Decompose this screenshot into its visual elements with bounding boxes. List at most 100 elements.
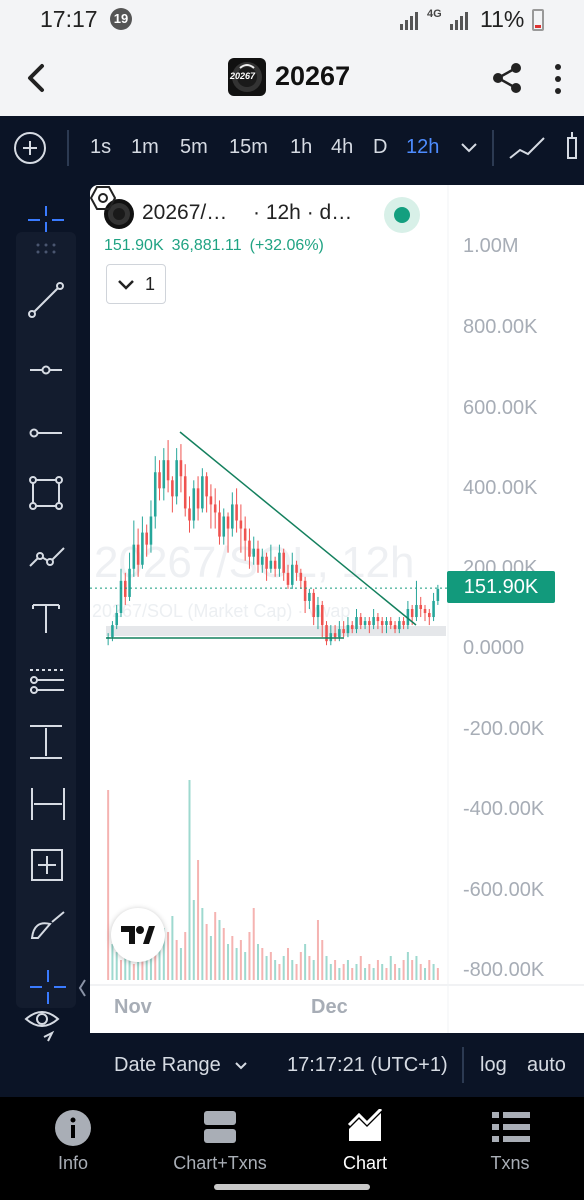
candle-body: [269, 560, 273, 569]
date-range-tool[interactable]: [16, 776, 76, 832]
volume-bar: [209, 936, 212, 980]
timeframe-1s[interactable]: 1s: [90, 136, 111, 159]
more-vertical-icon[interactable]: [548, 62, 568, 96]
line-chart-type-icon[interactable]: [508, 134, 548, 162]
drag-handle-icon[interactable]: [34, 242, 58, 256]
candle-body: [248, 540, 251, 557]
date-price-range-tool[interactable]: [16, 836, 76, 892]
timeframe-12h[interactable]: 12h: [406, 136, 439, 159]
x-axis-label: Nov: [114, 996, 152, 1018]
chart-settings-icon[interactable]: [90, 185, 116, 211]
legend-symbol: 20267/…: [142, 201, 228, 224]
nav-chart-txns[interactable]: Chart+Txns: [160, 1097, 280, 1187]
brush-tool[interactable]: [16, 898, 76, 954]
volume-bar: [372, 968, 375, 980]
date-range-button[interactable]: Date Range: [114, 1054, 248, 1077]
horizontal-line-tool[interactable]: [16, 405, 76, 461]
timeframe-15m[interactable]: 15m: [229, 136, 268, 159]
add-indicator-button[interactable]: [14, 132, 46, 164]
timezone-clock[interactable]: 17:17:21 (UTC+1): [287, 1054, 448, 1077]
y-axis-label: -600.00K: [463, 879, 545, 901]
volume-bar: [111, 944, 114, 980]
list-icon: [492, 1112, 530, 1142]
candle-body: [261, 556, 264, 565]
candle-body: [299, 572, 303, 581]
volume-bar: [359, 956, 362, 980]
volume-bar: [428, 960, 431, 980]
price-range-tool[interactable]: [16, 712, 76, 768]
candle-body: [359, 617, 363, 626]
candle-body: [136, 544, 140, 565]
path-icon: [29, 547, 65, 567]
y-axis-label: -200.00K: [463, 718, 545, 740]
price-chart[interactable]: 20267/SOL, 12h 20267/SOL (Market Cap) · v…: [90, 185, 584, 1033]
nav-chart[interactable]: Chart: [325, 1097, 405, 1187]
date-price-range-icon: [31, 849, 63, 881]
nav-txns[interactable]: Txns: [470, 1097, 550, 1187]
chart-canvas[interactable]: 20267/SOL, 12h20267/SOL (Market Cap) · v…: [90, 185, 584, 1033]
candle-body: [316, 604, 320, 618]
candle-body: [128, 568, 131, 597]
timeframe-4h[interactable]: 4h: [331, 136, 353, 159]
bottom-navigation: Info Chart+Txns Chart Txns: [0, 1097, 584, 1200]
collapse-toolbar-icon[interactable]: [78, 976, 88, 1000]
candle-body: [338, 629, 341, 638]
log-scale-toggle[interactable]: log: [480, 1054, 507, 1077]
candle-body: [273, 560, 277, 569]
volume-bar: [329, 964, 332, 980]
volume-bar: [239, 940, 242, 980]
home-indicator: [214, 1184, 370, 1190]
timeframe-1h[interactable]: 1h: [290, 136, 312, 159]
path-tool[interactable]: [16, 530, 76, 586]
volume-bar: [115, 952, 118, 980]
tradingview-icon: [121, 926, 155, 944]
volume-bar: [312, 960, 315, 980]
candle-body: [380, 621, 384, 626]
candle-body: [192, 488, 196, 521]
rectangle-tool[interactable]: [16, 465, 76, 521]
auto-scale-toggle[interactable]: auto: [527, 1054, 566, 1077]
nav-info[interactable]: Info: [30, 1097, 116, 1187]
eye-icon[interactable]: [22, 1005, 66, 1045]
candle-body: [235, 504, 238, 521]
token-logo: 20267: [228, 58, 266, 96]
share-icon[interactable]: [490, 60, 526, 96]
candle-body: [376, 617, 380, 622]
candle-body: [282, 552, 285, 573]
volume-bar: [368, 964, 371, 980]
nav-label: Chart+Txns: [173, 1153, 267, 1173]
candle-chart-type-icon[interactable]: [562, 132, 584, 164]
timeframe-d[interactable]: D: [373, 136, 387, 159]
candle-body: [415, 604, 418, 618]
volume-bar: [334, 960, 337, 980]
candle-body: [265, 556, 268, 569]
timeframe-5m[interactable]: 5m: [180, 136, 208, 159]
volume-bar: [415, 956, 418, 980]
volume-bar: [222, 928, 225, 980]
volume-bar: [424, 968, 427, 980]
volume-bar: [406, 952, 409, 980]
legend-collapse-button[interactable]: 1: [106, 264, 166, 304]
fib-tool[interactable]: [16, 652, 76, 708]
back-arrow-icon[interactable]: [20, 60, 56, 96]
horizontal-ray-tool[interactable]: [16, 342, 76, 398]
timeframe-1m[interactable]: 1m: [131, 136, 159, 159]
candle-body: [350, 625, 354, 630]
candle-body: [201, 476, 204, 509]
text-tool[interactable]: [16, 590, 76, 646]
candle-body: [162, 460, 166, 489]
candle-body: [231, 504, 234, 529]
signal-icon: [400, 12, 418, 30]
toolbar-divider: [67, 130, 69, 166]
horizontal-line-icon: [29, 428, 62, 438]
range-bar: Date Range 17:17:21 (UTC+1) log auto: [90, 1033, 584, 1097]
crosshair-cursor-icon[interactable]: [26, 204, 66, 234]
toolbar-divider: [492, 130, 494, 166]
trend-line-tool[interactable]: [16, 272, 76, 328]
tradingview-logo[interactable]: [111, 908, 165, 962]
trend-line-icon: [28, 282, 64, 318]
candle-body: [393, 625, 397, 630]
volume-bar: [184, 932, 187, 980]
candle-body: [226, 516, 230, 529]
chevron-down-icon[interactable]: [460, 142, 478, 154]
